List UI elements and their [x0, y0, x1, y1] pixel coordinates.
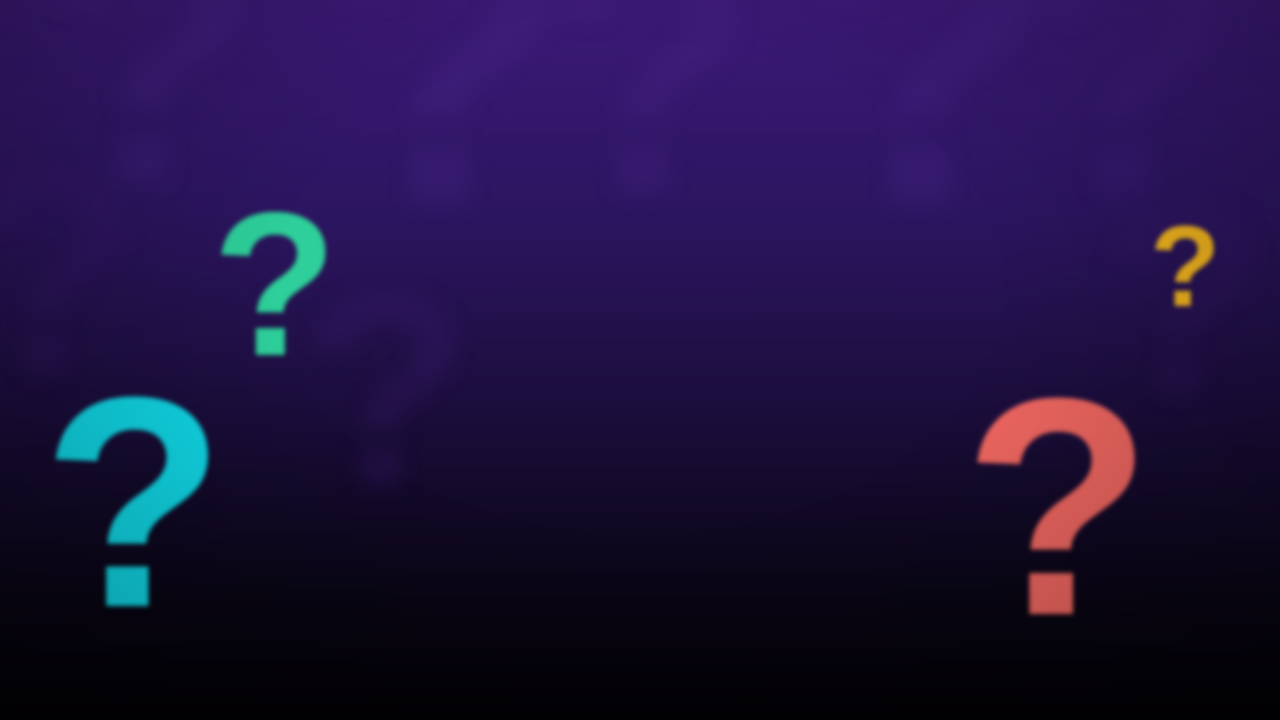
- red-question-mark-icon: ?: [963, 333, 1153, 680]
- question-mark-background: ? ? ? ? ? ? ? ? ? ? ? ?: [0, 0, 1280, 720]
- background-question-mark-icon: ?: [320, 0, 577, 294]
- green-question-mark-icon: ?: [212, 170, 338, 399]
- background-question-mark-icon: ?: [800, 0, 1057, 294]
- cyan-question-mark-icon: ?: [42, 334, 226, 670]
- background-question-mark-icon: ?: [540, 0, 760, 271]
- yellow-question-mark-icon: ?: [1150, 203, 1221, 331]
